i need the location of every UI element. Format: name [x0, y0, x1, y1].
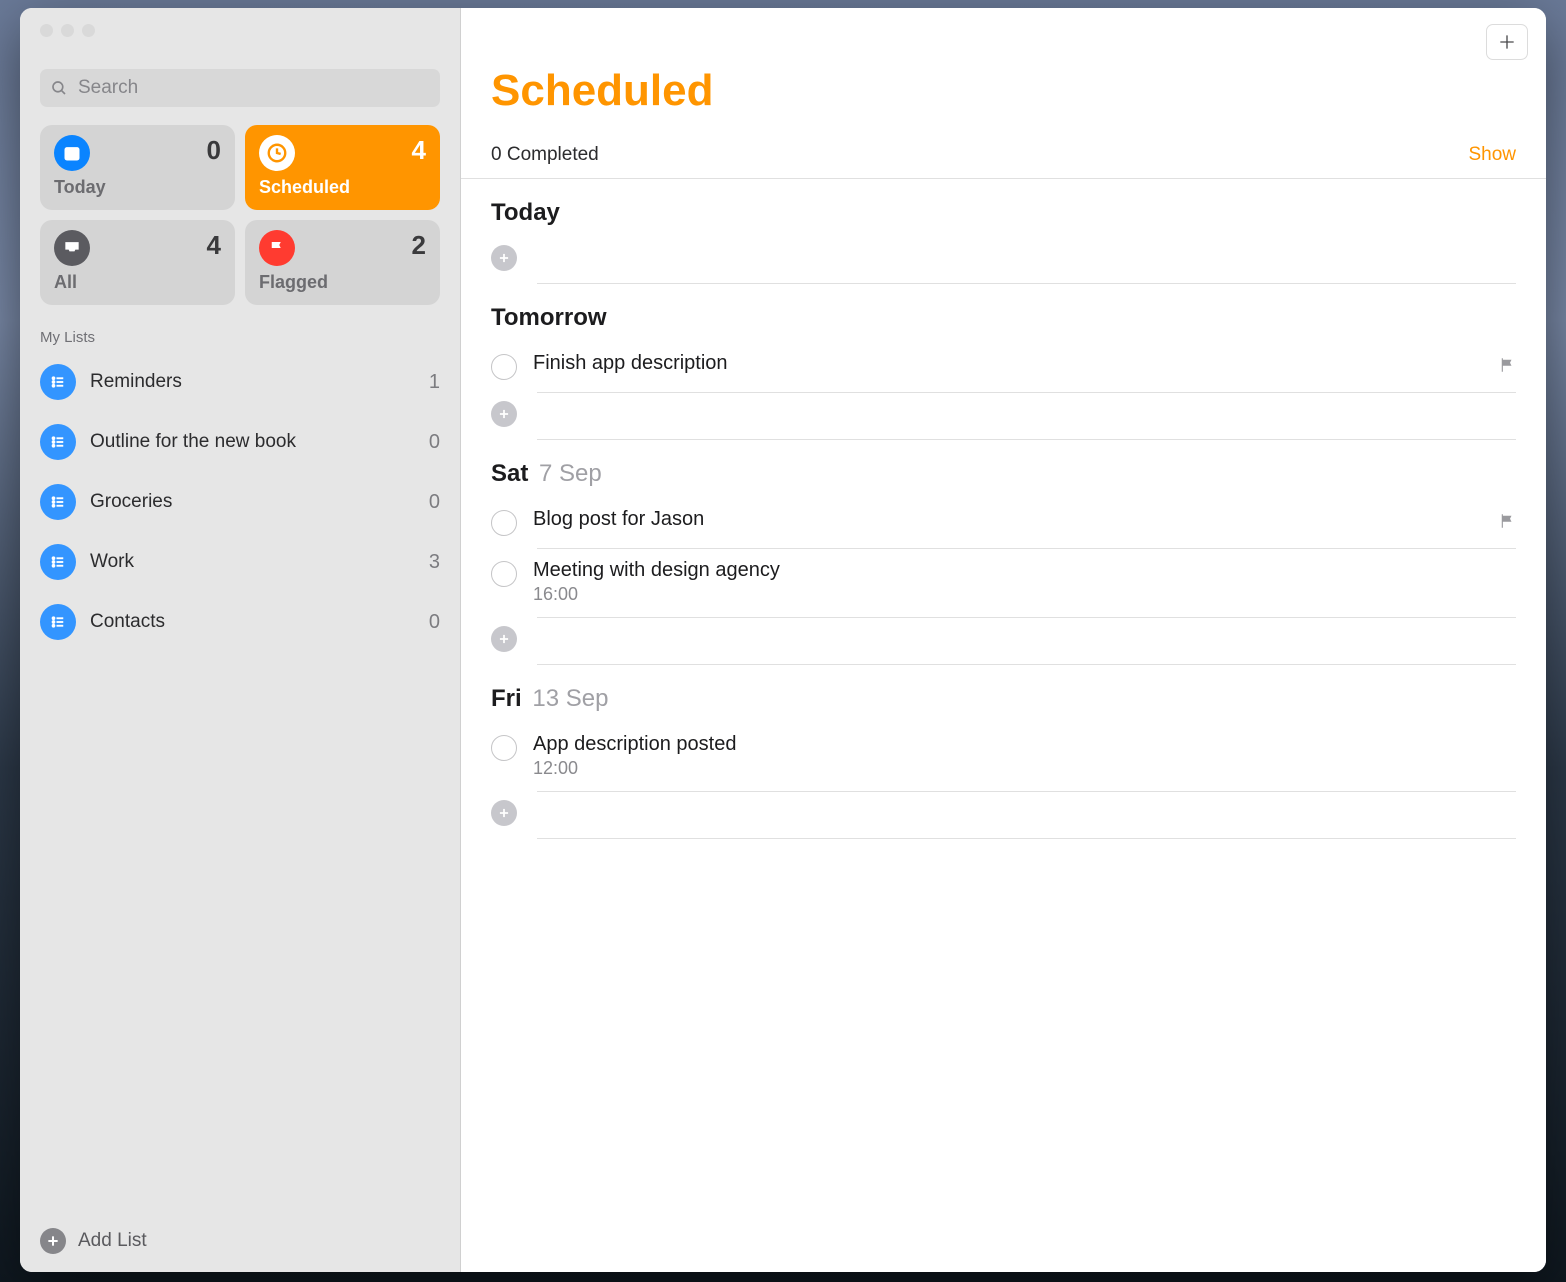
list-count: 0	[429, 431, 440, 454]
smart-label: Scheduled	[259, 177, 426, 198]
add-reminder-row[interactable]	[491, 792, 1516, 838]
search-input[interactable]	[76, 76, 430, 100]
reminder-item[interactable]: App description posted 12:00	[491, 723, 1516, 791]
new-reminder-button[interactable]	[1486, 24, 1528, 60]
section-heading: Today	[491, 199, 560, 226]
section-heading: Tomorrow	[491, 304, 607, 331]
list-item[interactable]: Outline for the new book 0	[20, 412, 460, 472]
date-section-fri: Fri 13 Sep App description posted 12:00	[461, 665, 1546, 839]
list-name: Reminders	[90, 371, 415, 393]
list-count: 0	[429, 611, 440, 634]
date-section-tomorrow: Tomorrow Finish app description	[461, 284, 1546, 440]
plus-circle-icon	[491, 401, 517, 427]
list-bullet-icon	[40, 364, 76, 400]
list-count: 0	[429, 491, 440, 514]
reminder-item[interactable]: Meeting with design agency 16:00	[491, 549, 1516, 617]
search-field[interactable]	[40, 69, 440, 107]
date-section-sat: Sat 7 Sep Blog post for Jason Meeting wi…	[461, 440, 1546, 665]
list-count: 1	[429, 371, 440, 394]
smart-count: 0	[207, 135, 221, 166]
window-minimize-button[interactable]	[61, 24, 74, 37]
window-zoom-button[interactable]	[82, 24, 95, 37]
date-section-today: Today	[461, 179, 1546, 284]
page-title: Scheduled	[461, 8, 1546, 126]
reminder-time: 12:00	[533, 758, 1516, 779]
smart-list-scheduled[interactable]: 4 Scheduled	[245, 125, 440, 210]
tray-icon	[54, 230, 90, 266]
main-pane: Scheduled 0 Completed Show Today Tomorro…	[461, 8, 1546, 1272]
reminder-title: Blog post for Jason	[533, 508, 1482, 531]
window-close-button[interactable]	[40, 24, 53, 37]
smart-lists-grid: 0 Today 4 Scheduled 4	[20, 125, 460, 319]
section-heading: Sat	[491, 460, 528, 487]
list-bullet-icon	[40, 424, 76, 460]
list-item[interactable]: Reminders 1	[20, 352, 460, 412]
smart-list-all[interactable]: 4 All	[40, 220, 235, 305]
completion-circle[interactable]	[491, 354, 517, 380]
plus-circle-icon	[491, 800, 517, 826]
list-count: 3	[429, 551, 440, 574]
flag-icon	[1498, 356, 1516, 374]
reminder-time: 16:00	[533, 584, 1516, 605]
list-bullet-icon	[40, 544, 76, 580]
smart-label: Today	[54, 177, 221, 198]
completed-count: 0 Completed	[491, 144, 599, 166]
sidebar: 0 Today 4 Scheduled 4	[20, 8, 461, 1272]
smart-count: 2	[412, 230, 426, 261]
completion-circle[interactable]	[491, 735, 517, 761]
add-reminder-row[interactable]	[491, 237, 1516, 283]
list-name: Groceries	[90, 491, 415, 513]
smart-label: All	[54, 272, 221, 293]
plus-circle-icon	[491, 245, 517, 271]
smart-label: Flagged	[259, 272, 426, 293]
list-item[interactable]: Contacts 0	[20, 592, 460, 652]
show-completed-button[interactable]: Show	[1468, 144, 1516, 166]
add-list-button[interactable]: Add List	[20, 1212, 460, 1272]
completion-circle[interactable]	[491, 561, 517, 587]
section-heading: Fri	[491, 685, 522, 712]
plus-icon	[1497, 32, 1517, 52]
clock-icon	[259, 135, 295, 171]
smart-count: 4	[412, 135, 426, 166]
add-reminder-row[interactable]	[491, 618, 1516, 664]
smart-list-flagged[interactable]: 2 Flagged	[245, 220, 440, 305]
reminders-window: 0 Today 4 Scheduled 4	[20, 8, 1546, 1272]
my-lists-header: My Lists	[20, 325, 460, 352]
list-item[interactable]: Groceries 0	[20, 472, 460, 532]
smart-count: 4	[207, 230, 221, 261]
smart-list-today[interactable]: 0 Today	[40, 125, 235, 210]
add-reminder-row[interactable]	[491, 393, 1516, 439]
list-bullet-icon	[40, 604, 76, 640]
completed-row: 0 Completed Show	[461, 126, 1546, 179]
reminder-title: App description posted	[533, 733, 1516, 756]
plus-circle-icon	[40, 1228, 66, 1254]
list-item[interactable]: Work 3	[20, 532, 460, 592]
reminder-title: Finish app description	[533, 352, 1482, 375]
reminder-title: Meeting with design agency	[533, 559, 1516, 582]
list-name: Work	[90, 551, 415, 573]
my-lists-section: My Lists Reminders 1 Outline for the new…	[20, 319, 460, 1212]
list-name: Contacts	[90, 611, 415, 633]
list-name: Outline for the new book	[90, 431, 415, 453]
section-date: 13 Sep	[532, 685, 608, 712]
plus-circle-icon	[491, 626, 517, 652]
list-bullet-icon	[40, 484, 76, 520]
window-controls	[20, 8, 460, 37]
reminder-item[interactable]: Finish app description	[491, 342, 1516, 392]
search-icon	[50, 79, 68, 97]
add-list-label: Add List	[78, 1230, 147, 1252]
flag-icon	[259, 230, 295, 266]
completion-circle[interactable]	[491, 510, 517, 536]
reminder-item[interactable]: Blog post for Jason	[491, 498, 1516, 548]
section-date: 7 Sep	[539, 460, 602, 487]
flag-icon	[1498, 512, 1516, 530]
calendar-icon	[54, 135, 90, 171]
